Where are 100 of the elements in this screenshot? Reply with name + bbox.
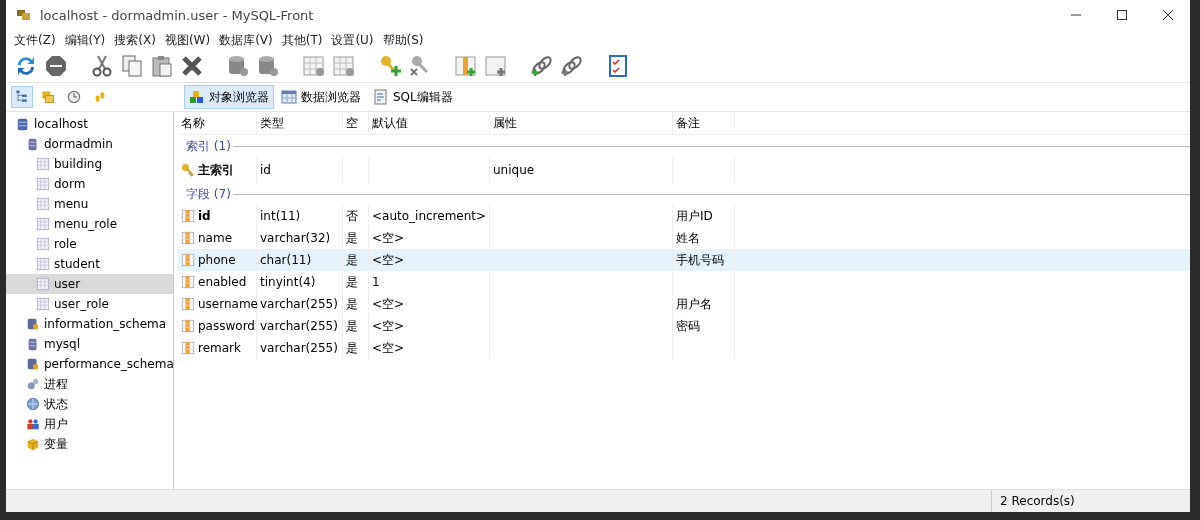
table-cell: <空>	[372, 295, 405, 313]
main-menu-entry[interactable]: 文件(Z)	[14, 31, 56, 49]
key-icon	[181, 163, 195, 177]
table-cell: phone	[198, 253, 236, 267]
tree-item[interactable]: student	[6, 254, 173, 274]
table-cell: remark	[198, 341, 241, 355]
tree-item[interactable]: mysql	[6, 334, 173, 354]
column-icon	[181, 297, 195, 311]
column-header[interactable]: 空	[343, 112, 369, 134]
server-icon	[16, 117, 30, 131]
paste-icon[interactable]	[150, 54, 174, 78]
table-cell: password	[198, 319, 255, 333]
column-header[interactable]: 默认值	[369, 112, 490, 134]
table-cell: username	[198, 297, 258, 311]
table-icon	[36, 297, 50, 311]
column-header[interactable]: 类型	[257, 112, 343, 134]
main-menu-entry[interactable]: 视图(W)	[164, 31, 211, 49]
table-cell: 是	[346, 273, 358, 291]
column-header[interactable]: 名称	[178, 112, 257, 134]
table-cell: 是	[346, 229, 358, 247]
column-add-icon[interactable]	[454, 54, 478, 78]
column-icon	[181, 341, 195, 355]
stop-icon[interactable]	[44, 54, 68, 78]
main-menu-entry[interactable]: 设置(U)	[331, 31, 374, 49]
table-cell: 是	[346, 295, 358, 313]
maximize-icon[interactable]	[1116, 9, 1128, 21]
tree-item[interactable]: performance_schema	[6, 354, 173, 374]
table-cell: 1	[372, 275, 380, 289]
delete-icon[interactable]	[180, 54, 204, 78]
main-menu-entry[interactable]: 其他(T)	[281, 31, 323, 49]
table-cell: <空>	[372, 339, 405, 357]
database-icon	[26, 137, 40, 151]
table-cell: 是	[346, 317, 358, 335]
tree-item[interactable]: information_schema	[6, 314, 173, 334]
database-icon	[26, 337, 40, 351]
tree-item[interactable]: role	[6, 234, 173, 254]
table-cell: name	[198, 231, 233, 245]
table-icon	[36, 177, 50, 191]
view-tab[interactable]: 对象浏览器	[184, 85, 274, 109]
table-icon	[36, 197, 50, 211]
main-menu-entry[interactable]: 编辑(Y)	[64, 31, 106, 49]
record-count: 2 Records(s)	[999, 493, 1076, 510]
column-icon	[181, 319, 195, 333]
table-cell: enabled	[198, 275, 247, 289]
close-icon[interactable]	[1162, 9, 1174, 21]
view-tab[interactable]: 数据浏览器	[276, 85, 366, 109]
tree-item[interactable]: 用户	[6, 414, 173, 434]
tree-item[interactable]: user_role	[6, 294, 173, 314]
link-add-icon[interactable]	[530, 54, 554, 78]
globe-icon	[26, 397, 40, 411]
table-cell: 用户名	[676, 295, 712, 313]
table-cell: <空>	[372, 229, 405, 247]
cubes-icon	[189, 89, 205, 105]
document-icon	[373, 89, 389, 105]
table-cell: varchar(255)	[260, 297, 338, 311]
table-cell: 用户ID	[676, 207, 713, 225]
table-icon	[36, 217, 50, 231]
table-cell: varchar(32)	[260, 231, 331, 245]
tree-item[interactable]: 状态	[6, 394, 173, 414]
group-header: 索引 (1)	[186, 137, 231, 155]
copy-icon[interactable]	[120, 54, 144, 78]
table-cell: 是	[346, 339, 358, 357]
tree-item[interactable]: localhost	[6, 114, 173, 134]
tree-item[interactable]: 进程	[6, 374, 173, 394]
users-icon	[26, 417, 40, 431]
table-icon	[36, 277, 50, 291]
table-icon	[36, 237, 50, 251]
table-cell: 主索引	[198, 161, 234, 179]
cut-icon[interactable]	[90, 54, 114, 78]
column-header[interactable]: 属性	[490, 112, 673, 134]
table-cell: varchar(255)	[260, 319, 338, 333]
tree-item[interactable]: user	[6, 274, 173, 294]
window-title: localhost - dormadmin.user - MySQL-Front	[40, 7, 315, 23]
view-tab[interactable]: SQL编辑器	[368, 85, 458, 109]
tree-item[interactable]: dorm	[6, 174, 173, 194]
main-menu-entry[interactable]: 数据库(V)	[219, 31, 273, 49]
database-search-icon	[26, 317, 40, 331]
box-icon	[26, 437, 40, 451]
checklist-icon[interactable]	[606, 54, 630, 78]
table-cell: tinyint(4)	[260, 275, 316, 289]
column-header[interactable]: 备注	[673, 112, 735, 134]
table-cell: id	[198, 209, 211, 223]
table-cell: int(11)	[260, 209, 301, 223]
table-icon	[36, 157, 50, 171]
main-menu-entry[interactable]: 搜索(X)	[114, 31, 156, 49]
table-cell: <auto_increment>	[372, 209, 487, 223]
tree-view-icon[interactable]	[12, 87, 32, 107]
table-cell: <空>	[372, 317, 405, 335]
table-cell: <空>	[372, 251, 405, 269]
key-add-icon[interactable]	[378, 54, 402, 78]
tree-item[interactable]: menu	[6, 194, 173, 214]
tree-item[interactable]: menu_role	[6, 214, 173, 234]
column-icon	[181, 275, 195, 289]
table-cell: varchar(255)	[260, 341, 338, 355]
tree-item[interactable]: 变量	[6, 434, 173, 454]
tree-item[interactable]: building	[6, 154, 173, 174]
database-search-icon	[26, 357, 40, 371]
tree-item[interactable]: dormadmin	[6, 134, 173, 154]
table-cell: 手机号码	[676, 251, 724, 269]
main-menu-entry[interactable]: 帮助(S)	[382, 31, 424, 49]
